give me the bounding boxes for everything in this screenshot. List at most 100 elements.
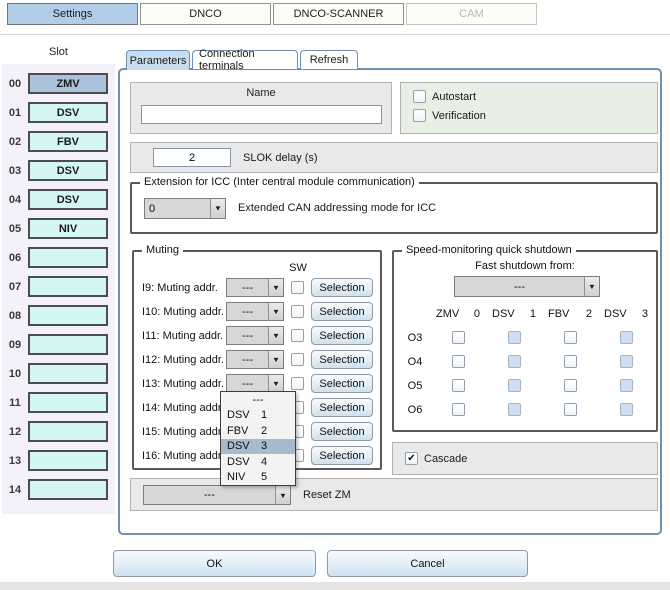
- o4-fbv-checkbox[interactable]: [564, 355, 577, 368]
- slot-01-dsv[interactable]: DSV: [28, 102, 108, 123]
- slot-number: 09: [2, 339, 28, 351]
- muting-row-label: I15: Muting addr.: [142, 426, 226, 438]
- dropdown-arrow-icon: [268, 351, 283, 368]
- o4-zmv-checkbox[interactable]: [452, 355, 465, 368]
- slot-10-empty[interactable]: [28, 363, 108, 384]
- slot-row: 07: [2, 276, 115, 297]
- i16-selection-button[interactable]: Selection: [311, 446, 373, 465]
- slot-13-empty[interactable]: [28, 450, 108, 471]
- o3-dsv3-checkbox[interactable]: [620, 331, 633, 344]
- slot-row: 14: [2, 479, 115, 500]
- o5-zmv-checkbox[interactable]: [452, 379, 465, 392]
- o4-dsv3-checkbox[interactable]: [620, 355, 633, 368]
- speed-group-title: Speed-monitoring quick shutdown: [402, 244, 576, 256]
- startup-options-panel: Autostart Verification: [400, 82, 658, 134]
- slot-14-empty[interactable]: [28, 479, 108, 500]
- i12-muting-addr-dropdown[interactable]: ---: [226, 350, 284, 369]
- i10-sw-checkbox[interactable]: [291, 305, 304, 318]
- ok-button[interactable]: OK: [113, 550, 316, 577]
- slot-12-empty[interactable]: [28, 421, 108, 442]
- o6-dsv3-checkbox[interactable]: [620, 403, 633, 416]
- o6-zmv-checkbox[interactable]: [452, 403, 465, 416]
- slot-row: 09: [2, 334, 115, 355]
- o5-dsv1-checkbox[interactable]: [508, 379, 521, 392]
- i9-sw-checkbox[interactable]: [291, 281, 304, 294]
- i14-selection-button[interactable]: Selection: [311, 398, 373, 417]
- i10-muting-addr-dropdown[interactable]: ---: [226, 302, 284, 321]
- i9-selection-button[interactable]: Selection: [311, 278, 373, 297]
- dropdown-value: ---: [227, 375, 268, 392]
- dropdown-arrow-icon: [268, 303, 283, 320]
- cascade-panel: ✔ Cascade: [392, 442, 658, 475]
- tab-dnco[interactable]: DNCO: [140, 3, 271, 25]
- dropdown-value: ---: [455, 277, 584, 296]
- o3-dsv1-checkbox[interactable]: [508, 331, 521, 344]
- o5-dsv3-checkbox[interactable]: [620, 379, 633, 392]
- dropdown-value: ---: [227, 279, 268, 296]
- i11-muting-addr-dropdown[interactable]: ---: [226, 326, 284, 345]
- cancel-button[interactable]: Cancel: [327, 550, 528, 577]
- o3-fbv-checkbox[interactable]: [564, 331, 577, 344]
- slot-row: 13: [2, 450, 115, 471]
- list-item-none[interactable]: ---: [221, 392, 295, 408]
- slot-07-empty[interactable]: [28, 276, 108, 297]
- o4-dsv1-checkbox[interactable]: [508, 355, 521, 368]
- i15-selection-button[interactable]: Selection: [311, 422, 373, 441]
- slot-02-fbv[interactable]: FBV: [28, 131, 108, 152]
- slot-column-header: Slot: [2, 46, 115, 58]
- slot-11-empty[interactable]: [28, 392, 108, 413]
- slot-05-niv[interactable]: NIV: [28, 218, 108, 239]
- reset-zm-dropdown[interactable]: ---: [143, 485, 291, 505]
- slot-04-dsv[interactable]: DSV: [28, 189, 108, 210]
- tab-parameters[interactable]: Parameters: [126, 50, 190, 70]
- i12-sw-checkbox[interactable]: [291, 353, 304, 366]
- dropdown-arrow-icon: [210, 199, 225, 218]
- i10-selection-button[interactable]: Selection: [311, 302, 373, 321]
- tab-dnco-scanner[interactable]: DNCO-SCANNER: [273, 3, 404, 25]
- slot-row: 11: [2, 392, 115, 413]
- i9-muting-addr-dropdown[interactable]: ---: [226, 278, 284, 297]
- shutdown-matrix: ZMV0 DSV1 FBV2 DSV3 O3 O4 O5 O6: [400, 308, 654, 416]
- divider: [0, 34, 670, 35]
- tab-settings[interactable]: Settings: [7, 3, 138, 25]
- fast-shutdown-label: Fast shutdown from:: [394, 260, 656, 272]
- icc-group: Extension for ICC (Inter central module …: [130, 182, 658, 234]
- tab-cam: CAM: [406, 3, 537, 25]
- slot-number: 02: [2, 136, 28, 148]
- i13-sw-checkbox[interactable]: [291, 377, 304, 390]
- list-item-dsv-1[interactable]: DSV1: [221, 408, 295, 424]
- settings-window: Settings DNCO DNCO-SCANNER CAM Slot 00ZM…: [0, 0, 670, 590]
- slot-06-empty[interactable]: [28, 247, 108, 268]
- o6-dsv1-checkbox[interactable]: [508, 403, 521, 416]
- slot-03-dsv[interactable]: DSV: [28, 160, 108, 181]
- o6-fbv-checkbox[interactable]: [564, 403, 577, 416]
- slot-number: 11: [2, 397, 28, 409]
- i12-selection-button[interactable]: Selection: [311, 350, 373, 369]
- slot-00-zmv[interactable]: ZMV: [28, 73, 108, 94]
- cascade-checkbox[interactable]: ✔: [405, 452, 418, 465]
- list-item-niv-5[interactable]: NIV5: [221, 470, 295, 486]
- i11-sw-checkbox[interactable]: [291, 329, 304, 342]
- list-item-fbv-2[interactable]: FBV2: [221, 423, 295, 439]
- column-header-dsv-1: DSV1: [486, 308, 542, 320]
- o5-fbv-checkbox[interactable]: [564, 379, 577, 392]
- i11-selection-button[interactable]: Selection: [311, 326, 373, 345]
- list-item-dsv-4[interactable]: DSV4: [221, 454, 295, 470]
- fast-shutdown-dropdown[interactable]: ---: [454, 276, 600, 297]
- tab-refresh[interactable]: Refresh: [300, 50, 358, 69]
- column-header-zmv-0: ZMV0: [430, 308, 486, 320]
- verification-checkbox[interactable]: [413, 109, 426, 122]
- i13-selection-button[interactable]: Selection: [311, 374, 373, 393]
- tab-connection-terminals[interactable]: Connection terminals: [192, 50, 298, 69]
- name-input[interactable]: [141, 105, 382, 124]
- autostart-checkbox[interactable]: [413, 90, 426, 103]
- dropdown-value: 0: [145, 199, 210, 218]
- column-header-fbv-2: FBV2: [542, 308, 598, 320]
- slot-08-empty[interactable]: [28, 305, 108, 326]
- o3-zmv-checkbox[interactable]: [452, 331, 465, 344]
- muting-row-label: I9: Muting addr.: [142, 282, 226, 294]
- slot-09-empty[interactable]: [28, 334, 108, 355]
- slok-delay-input[interactable]: [153, 148, 231, 167]
- list-item-dsv-3[interactable]: DSV3: [221, 439, 295, 455]
- icc-mode-dropdown[interactable]: 0: [144, 198, 226, 219]
